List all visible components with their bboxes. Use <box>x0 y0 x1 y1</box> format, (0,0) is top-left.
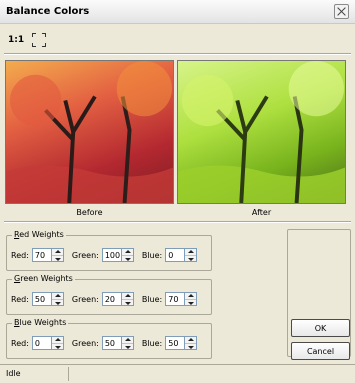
status-divider <box>68 367 69 381</box>
green-weights-group: Green Weights Red: 50 Green: 20 Blue: 70 <box>6 274 212 315</box>
actual-size-button[interactable]: 1:1 <box>6 34 26 46</box>
red-weight-spinner[interactable]: 0 <box>31 336 64 350</box>
green-label: Green: <box>71 294 99 304</box>
down-arrow-icon[interactable] <box>51 299 63 305</box>
red-weight-input[interactable]: 50 <box>31 292 52 306</box>
status-text: Idle <box>6 369 21 378</box>
down-arrow-icon[interactable] <box>51 343 63 349</box>
down-arrow-icon[interactable] <box>185 343 197 349</box>
down-arrow-icon[interactable] <box>121 343 133 349</box>
status-bar: Idle <box>0 364 355 383</box>
blue-label: Blue: <box>141 250 163 260</box>
close-icon[interactable] <box>334 4 349 19</box>
blue-weights-group: Blue Weights Red: 0 Green: 50 Blue: 50 <box>6 318 212 359</box>
down-arrow-icon[interactable] <box>121 255 133 261</box>
red-weight-input[interactable]: 0 <box>31 336 52 350</box>
group-title: Blue Weights <box>12 318 69 327</box>
red-label: Red: <box>11 250 29 260</box>
toolbar: 1:1 <box>6 32 47 48</box>
separator <box>4 221 351 223</box>
blue-weight-input[interactable]: 0 <box>165 248 186 262</box>
ok-button[interactable]: OK <box>291 319 350 337</box>
green-weight-input[interactable]: 50 <box>101 336 122 350</box>
cancel-button[interactable]: Cancel <box>291 342 350 360</box>
fit-to-window-icon[interactable] <box>32 33 47 47</box>
blue-weight-input[interactable]: 50 <box>165 336 186 350</box>
green-weight-spinner[interactable]: 20 <box>101 292 134 306</box>
green-label: Green: <box>71 338 99 348</box>
group-title: Red Weights <box>12 230 66 239</box>
green-weight-spinner[interactable]: 100 <box>101 248 134 262</box>
separator <box>4 53 351 55</box>
title-bar: Balance Colors <box>0 0 355 24</box>
after-caption: After <box>251 208 272 217</box>
after-preview-image <box>177 60 346 204</box>
red-label: Red: <box>11 338 29 348</box>
red-weights-group: Red Weights Red: 70 Green: 100 Blue: 0 <box>6 230 212 271</box>
before-caption: Before <box>76 208 103 217</box>
red-weight-input[interactable]: 70 <box>31 248 52 262</box>
green-weight-spinner[interactable]: 50 <box>101 336 134 350</box>
blue-weight-spinner[interactable]: 70 <box>165 292 198 306</box>
blue-label: Blue: <box>141 294 163 304</box>
green-label: Green: <box>71 250 99 260</box>
red-weight-spinner[interactable]: 50 <box>31 292 64 306</box>
green-weight-input[interactable]: 20 <box>101 292 122 306</box>
before-preview-image <box>5 60 174 204</box>
red-label: Red: <box>11 294 29 304</box>
down-arrow-icon[interactable] <box>51 255 63 261</box>
blue-weight-spinner[interactable]: 50 <box>165 336 198 350</box>
down-arrow-icon[interactable] <box>185 255 197 261</box>
green-weight-input[interactable]: 100 <box>101 248 122 262</box>
blue-weight-spinner[interactable]: 0 <box>165 248 198 262</box>
down-arrow-icon[interactable] <box>185 299 197 305</box>
blue-weight-input[interactable]: 70 <box>165 292 186 306</box>
group-title: Green Weights <box>12 274 75 283</box>
down-arrow-icon[interactable] <box>121 299 133 305</box>
button-panel <box>287 229 351 357</box>
blue-label: Blue: <box>141 338 163 348</box>
red-weight-spinner[interactable]: 70 <box>31 248 64 262</box>
window-title: Balance Colors <box>6 6 90 17</box>
